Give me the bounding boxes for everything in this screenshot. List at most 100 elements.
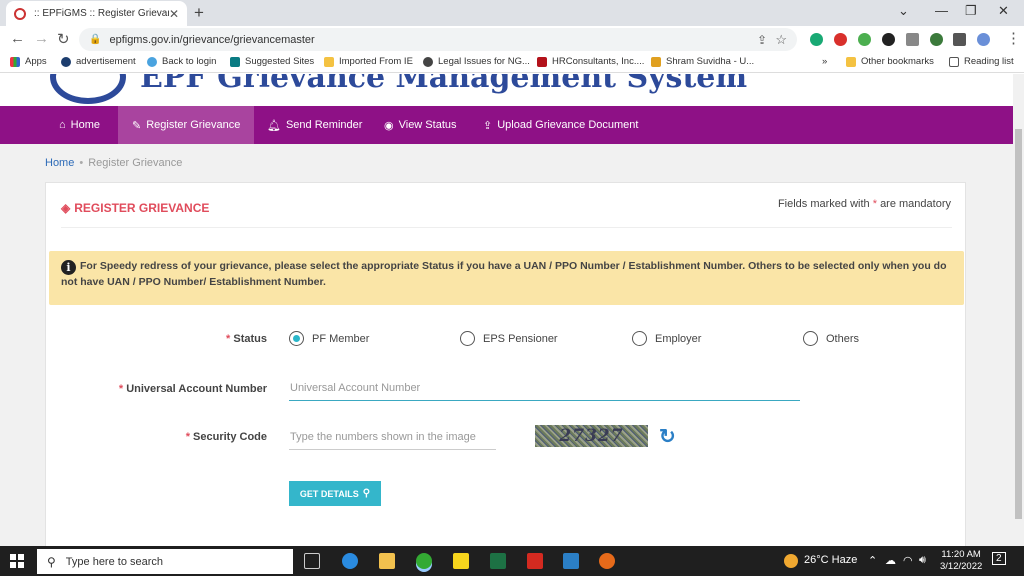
volume-icon[interactable]: 🔊︎ xyxy=(919,554,926,567)
get-details-button[interactable]: GET DETAILS ⚲ xyxy=(289,481,381,506)
radio-others[interactable]: Others xyxy=(803,331,859,346)
forward-button[interactable]: → xyxy=(34,30,49,47)
refresh-captcha-icon[interactable]: ↻ xyxy=(659,424,676,449)
radio-eps-pensioner[interactable]: EPS Pensioner xyxy=(460,331,558,346)
folder-icon xyxy=(846,56,856,67)
menu-upload-grievance-document[interactable]: ⇪ Upload Grievance Document xyxy=(469,106,652,144)
system-clock[interactable]: 11:20 AM 3/12/2022 xyxy=(940,549,982,573)
menu-label: Home xyxy=(70,119,100,131)
wifi-icon[interactable]: ◠ xyxy=(903,554,913,567)
close-tab-icon[interactable]: ✕ xyxy=(169,7,179,21)
notification-icon[interactable]: 2 xyxy=(992,552,1006,565)
extension-grammarly-icon[interactable] xyxy=(810,33,823,46)
share-icon[interactable]: ⇪ xyxy=(757,33,767,47)
page-scrollbar[interactable] xyxy=(1013,74,1024,546)
card-divider xyxy=(61,227,952,228)
uan-label-text: Universal Account Number xyxy=(126,383,267,395)
reading-list-icon xyxy=(949,56,959,67)
bookmark-advertisement[interactable]: advertisement xyxy=(61,56,136,67)
browser-tab-strip: :: EPFiGMS :: Register Grievance ✕ + ⌄ —… xyxy=(0,0,1024,26)
profile-avatar[interactable] xyxy=(977,33,990,46)
firefox-icon[interactable] xyxy=(599,553,615,569)
windows-start-icon[interactable] xyxy=(10,554,24,568)
epfo-logo[interactable] xyxy=(50,74,126,104)
epfo-favicon-icon xyxy=(14,7,26,20)
bookmark-legal-issues[interactable]: Legal Issues for NG... xyxy=(423,56,530,67)
get-details-label: GET DETAILS xyxy=(299,488,359,499)
breadcrumb-home-link[interactable]: Home xyxy=(45,157,74,169)
internet-explorer-icon[interactable] xyxy=(342,553,358,569)
extensions-puzzle-icon[interactable] xyxy=(953,33,966,46)
extension-globe-icon[interactable] xyxy=(930,33,943,46)
search-icon: ⚲ xyxy=(47,554,56,569)
other-bookmarks-folder[interactable]: Other bookmarks xyxy=(846,56,934,67)
radio-circle-selected[interactable] xyxy=(289,331,304,346)
radio-pf-member[interactable]: PF Member xyxy=(289,331,369,346)
home-icon: ⌂ xyxy=(59,119,66,131)
upload-icon: ⇪ xyxy=(483,119,493,132)
app-window-icon[interactable] xyxy=(563,553,579,569)
back-button[interactable]: ← xyxy=(10,30,25,47)
security-code-input[interactable] xyxy=(289,428,496,450)
menu-register-grievance[interactable]: ✎ Register Grievance xyxy=(118,106,255,144)
menu-send-reminder[interactable]: 🔔︎ Send Reminder xyxy=(253,106,376,144)
browser-menu-icon[interactable]: ⋮ xyxy=(1006,29,1021,47)
site-header: EPF Grievance Management System xyxy=(0,74,1013,106)
uan-input[interactable] xyxy=(289,379,800,401)
radio-employer[interactable]: Employer xyxy=(632,331,701,346)
radio-circle[interactable] xyxy=(803,331,818,346)
address-bar[interactable]: 🔒 epfigms.gov.in/grievance/grievancemast… xyxy=(79,28,797,51)
new-tab-button[interactable]: + xyxy=(194,3,204,23)
bookmark-shram-suvidha[interactable]: Shram Suvidha - U... xyxy=(651,56,754,67)
menu-home[interactable]: ⌂ Home xyxy=(45,106,114,144)
file-explorer-icon[interactable] xyxy=(379,553,395,569)
chrome-icon[interactable] xyxy=(416,553,432,569)
bookmark-star-icon[interactable]: ☆ xyxy=(775,32,787,48)
required-mark: * xyxy=(226,333,231,345)
lock-icon[interactable]: 🔒 xyxy=(89,34,101,45)
browser-tab[interactable]: :: EPFiGMS :: Register Grievance ✕ xyxy=(6,1,187,26)
required-mark: * xyxy=(118,383,124,395)
mandatory-note: Fields marked with * are mandatory xyxy=(778,198,951,210)
sticky-notes-icon[interactable] xyxy=(453,553,469,569)
clock-time: 11:20 AM xyxy=(941,549,981,560)
mandatory-suffix: are mandatory xyxy=(880,198,951,210)
layers-icon: ◈ xyxy=(61,201,71,215)
bookmark-hrconsultants[interactable]: HRConsultants, Inc.... xyxy=(537,56,644,67)
minimize-button[interactable]: — xyxy=(935,3,948,18)
reload-button[interactable]: ↻ xyxy=(57,30,70,48)
bookmark-label: Legal Issues for NG... xyxy=(438,56,530,67)
reading-list-button[interactable]: Reading list xyxy=(949,56,1014,67)
bookmark-apps[interactable]: Apps xyxy=(10,56,47,67)
cloud-icon[interactable]: ☁ xyxy=(885,554,896,567)
breadcrumb: Home • Register Grievance xyxy=(45,157,182,169)
breadcrumb-current: Register Grievance xyxy=(88,157,183,169)
extension-s-icon[interactable] xyxy=(834,33,847,46)
bookmark-suggested-sites[interactable]: Suggested Sites xyxy=(230,56,314,67)
extension-n-icon[interactable] xyxy=(882,33,895,46)
scrollbar-thumb[interactable] xyxy=(1015,129,1022,519)
excel-icon[interactable] xyxy=(490,553,506,569)
tray-overflow-icon[interactable]: ⌃ xyxy=(868,554,877,567)
bookmark-back-to-login[interactable]: Back to login xyxy=(147,56,216,67)
hr-icon xyxy=(537,56,547,67)
bookmark-imported-from-ie[interactable]: Imported From IE xyxy=(324,56,413,67)
radio-circle[interactable] xyxy=(632,331,647,346)
close-window-button[interactable]: ✕ xyxy=(998,3,1009,19)
acrobat-icon[interactable] xyxy=(527,553,543,569)
menu-view-status[interactable]: ◉ View Status xyxy=(370,106,471,144)
extension-code-icon[interactable] xyxy=(906,33,919,46)
bookmarks-overflow-button[interactable]: » xyxy=(822,56,827,67)
radio-circle[interactable] xyxy=(460,331,475,346)
task-view-icon[interactable] xyxy=(304,553,320,569)
figure-icon xyxy=(651,56,661,67)
extension-c-icon[interactable] xyxy=(858,33,871,46)
weather-text[interactable]: 26°C Haze xyxy=(804,554,857,566)
restore-button[interactable]: ❐ xyxy=(965,3,977,19)
weather-icon[interactable] xyxy=(784,554,798,568)
tab-search-chevron-icon[interactable]: ⌄ xyxy=(898,3,909,19)
bing-icon xyxy=(230,56,240,67)
taskbar-search[interactable]: ⚲ Type here to search xyxy=(37,549,293,574)
bookmark-label: Imported From IE xyxy=(339,56,413,67)
bell-icon: 🔔︎ xyxy=(267,119,281,132)
